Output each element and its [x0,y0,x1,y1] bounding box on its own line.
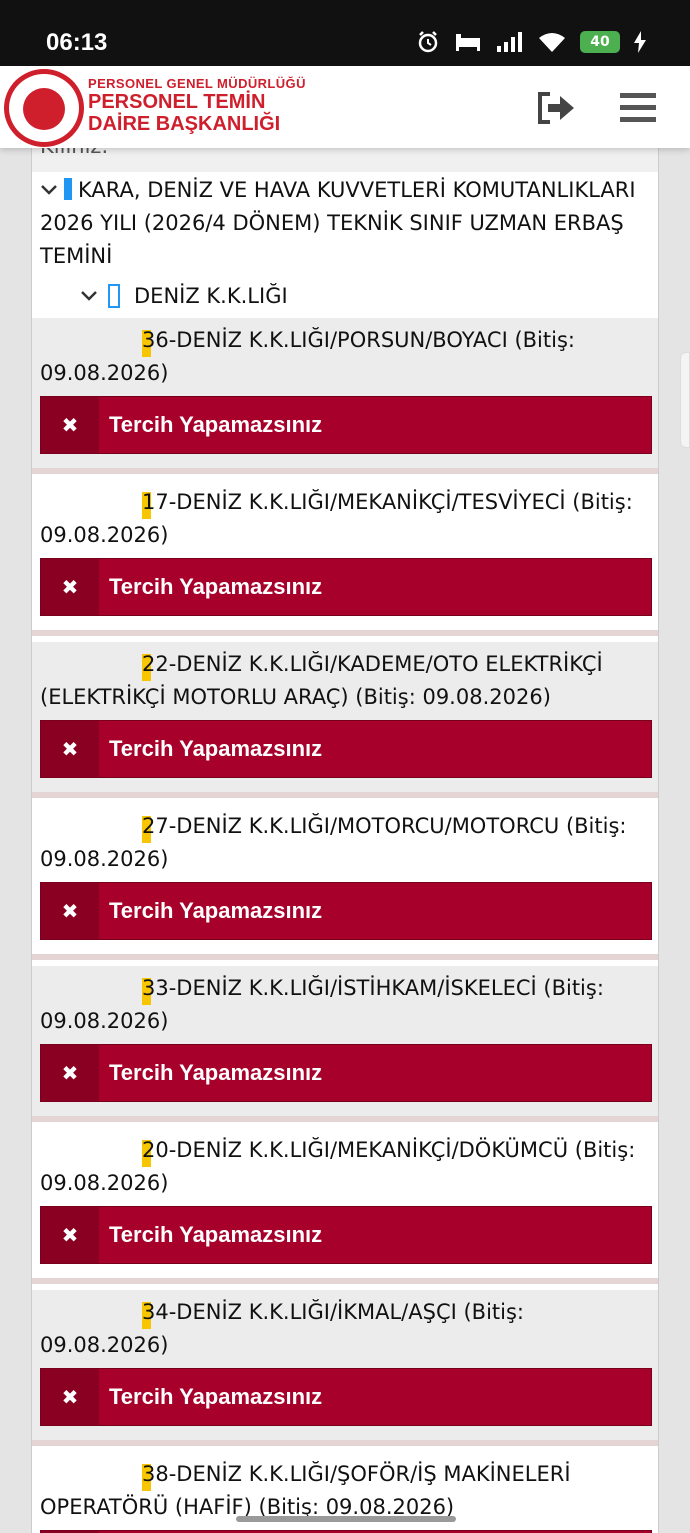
signal-icon [497,32,522,52]
close-icon: ✖ [41,1207,99,1263]
item-title: 33-DENİZ K.K.LIĞI/İSTİHKAM/İSKELECİ (Bit… [40,976,604,1033]
divider [32,1278,658,1284]
no-preference-label: Tercih Yapamazsınız [109,898,323,923]
item-title: 20-DENİZ K.K.LIĞI/MEKANİKÇİ/DÖKÜMCÜ (Bit… [40,1138,636,1195]
chevron-down-icon[interactable] [40,174,58,207]
charging-icon [634,31,646,53]
close-icon: ✖ [41,559,99,615]
logo-line2: PERSONEL TEMİN [88,91,266,113]
menu-button[interactable] [618,86,662,130]
status-icons: 40 [416,30,646,54]
logo-seal-icon [4,69,84,147]
logo-line1: PERSONEL GENEL MÜDÜRLÜĞÜ [88,76,306,91]
divider [32,792,658,798]
item-title: 22-DENİZ K.K.LIĞI/KADEME/OTO ELEKTRİKÇİ … [40,652,603,709]
no-preference-label: Tercih Yapamazsınız [109,1060,323,1085]
close-icon: ✖ [41,883,99,939]
divider [32,1440,658,1446]
tree-root-label: KARA, DENİZ VE HAVA KUVVETLERİ KOMUTANLI… [40,178,636,268]
no-preference-button[interactable]: ✖ Tercih Yapamazsınız [40,1368,652,1426]
status-bar: 06:13 40 [0,0,690,66]
battery-icon: 40 [580,31,620,53]
list-item: 36-DENİZ K.K.LIĞI/PORSUN/BOYACI (Bitiş: … [32,318,658,474]
wifi-icon [539,33,565,52]
app-header: PERSONEL GENEL MÜDÜRLÜĞÜ PERSONEL TEMİN … [0,66,690,148]
clipped-text: Kılınız. [40,148,108,158]
list-item: 17-DENİZ K.K.LIĞI/MEKANİKÇİ/TESVİYECİ (B… [32,480,658,636]
home-indicator[interactable] [236,1516,456,1522]
close-icon: ✖ [41,1369,99,1425]
item-title: 38-DENİZ K.K.LIĞI/ŞOFÖR/İŞ MAKİNELERİ OP… [40,1462,571,1519]
tree-child-label: DENİZ K.K.LIĞI [134,284,288,308]
list-item: 20-DENİZ K.K.LIĞI/MEKANİKÇİ/DÖKÜMCÜ (Bit… [32,1128,658,1284]
no-preference-button[interactable]: ✖ Tercih Yapamazsınız [40,882,652,940]
bed-icon [456,34,480,51]
divider [32,1116,658,1122]
close-icon: ✖ [41,397,99,453]
edge-panel-handle[interactable] [680,352,690,448]
no-preference-label: Tercih Yapamazsınız [109,1222,323,1247]
logout-icon [538,92,574,124]
no-preference-label: Tercih Yapamazsınız [109,412,323,437]
no-preference-label: Tercih Yapamazsınız [109,574,323,599]
preference-list-card: Kılınız. KARA, DENİZ VE HAVA KUVVETLERİ … [31,148,659,1533]
logo-line3: DAİRE BAŞKANLIĞI [88,113,281,135]
no-preference-button[interactable]: ✖ Tercih Yapamazsınız [40,1206,652,1264]
alarm-icon [418,31,438,53]
logout-button[interactable] [534,86,578,130]
list-item: 33-DENİZ K.K.LIĞI/İSTİHKAM/İSKELECİ (Bit… [32,966,658,1122]
tree-child-marker [108,284,120,308]
item-title: 17-DENİZ K.K.LIĞI/MEKANİKÇİ/TESVİYECİ (B… [40,490,633,547]
item-title: 27-DENİZ K.K.LIĞI/MOTORCU/MOTORCU (Bitiş… [40,814,627,871]
tree-root-node[interactable]: KARA, DENİZ VE HAVA KUVVETLERİ KOMUTANLI… [40,174,652,273]
list-item: 22-DENİZ K.K.LIĞI/KADEME/OTO ELEKTRİKÇİ … [32,642,658,798]
no-preference-button[interactable]: ✖ Tercih Yapamazsınız [40,1044,652,1102]
no-preference-button[interactable]: ✖ Tercih Yapamazsınız [40,558,652,616]
status-time: 06:13 [46,29,108,56]
close-icon: ✖ [41,1045,99,1101]
divider [32,468,658,474]
item-title: 34-DENİZ K.K.LIĞI/İKMAL/AŞÇI (Bitiş: 09.… [40,1300,524,1357]
clipped-row: Kılınız. [32,148,658,172]
tree-child-node[interactable]: DENİZ K.K.LIĞI [80,280,288,313]
item-title: 36-DENİZ K.K.LIĞI/PORSUN/BOYACI (Bitiş: … [40,328,575,385]
logo-text[interactable]: PERSONEL GENEL MÜDÜRLÜĞÜ PERSONEL TEMİN … [88,76,306,135]
divider [32,630,658,636]
list-item: 27-DENİZ K.K.LIĞI/MOTORCU/MOTORCU (Bitiş… [32,804,658,960]
no-preference-label: Tercih Yapamazsınız [109,736,323,761]
list-item: 34-DENİZ K.K.LIĞI/İKMAL/AŞÇI (Bitiş: 09.… [32,1290,658,1446]
no-preference-button[interactable]: ✖ Tercih Yapamazsınız [40,396,652,454]
close-icon: ✖ [41,721,99,777]
no-preference-button[interactable]: ✖ Tercih Yapamazsınız [40,720,652,778]
no-preference-label: Tercih Yapamazsınız [109,1384,323,1409]
divider [32,954,658,960]
hamburger-icon [620,93,656,122]
chevron-down-icon[interactable] [80,280,98,313]
tree-root-marker [64,178,72,200]
